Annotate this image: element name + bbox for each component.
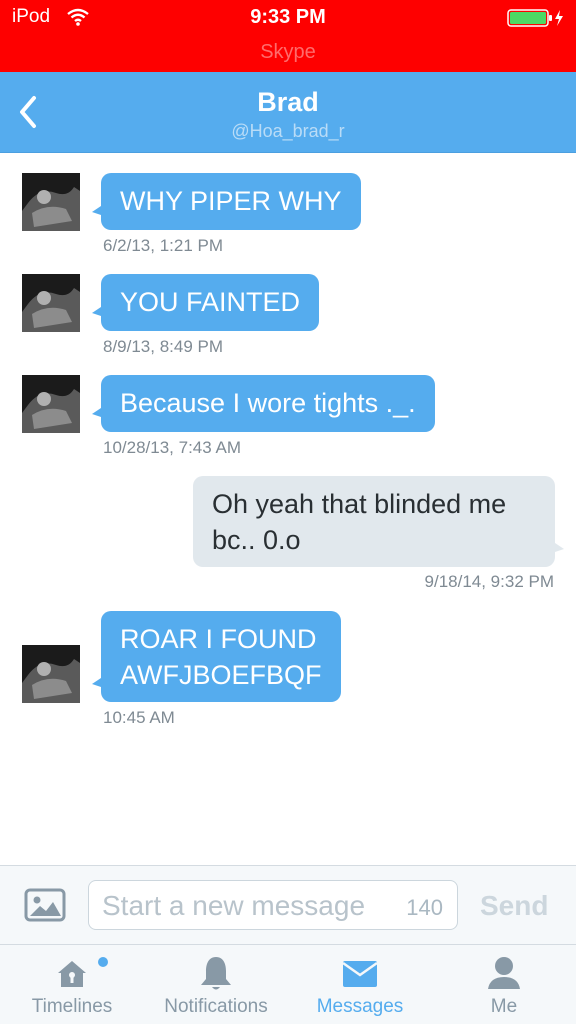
- character-count: 140: [406, 895, 443, 920]
- tab-bar: Timelines Notifications Messages Me: [0, 945, 576, 1024]
- avatar-photo-icon: [22, 375, 80, 433]
- avatar[interactable]: [22, 375, 80, 433]
- tab-label: Notifications: [164, 996, 268, 1017]
- tab-me[interactable]: Me: [444, 945, 564, 1024]
- send-button[interactable]: Send: [480, 890, 548, 922]
- envelope-icon: [342, 961, 378, 987]
- unread-dot: [98, 957, 108, 967]
- tab-timelines[interactable]: Timelines: [12, 945, 132, 1024]
- message-text-line: ROAR I FOUND: [120, 624, 317, 654]
- message-text-line: AWFJBOEFBQF: [120, 660, 322, 690]
- message-text-line: bc.. 0.o: [212, 525, 301, 555]
- bell-icon: [201, 957, 231, 990]
- incoming-message-bubble[interactable]: WHY PIPER WHY: [92, 173, 361, 230]
- tab-label: Messages: [316, 996, 404, 1017]
- incoming-message-bubble[interactable]: Because I wore tights ._.: [92, 375, 435, 432]
- home-icon: [58, 961, 86, 987]
- contact-handle: @Hoa_brad_r: [231, 121, 345, 141]
- avatar[interactable]: [22, 173, 80, 231]
- tab-notifications[interactable]: Notifications: [146, 945, 286, 1024]
- message-text-line: Oh yeah that blinded me: [212, 489, 507, 519]
- avatar[interactable]: [22, 274, 80, 332]
- avatar-photo-icon: [22, 645, 80, 703]
- person-icon: [488, 957, 520, 989]
- message-text: Because I wore tights ._.: [120, 388, 416, 418]
- avatar[interactable]: [22, 645, 80, 703]
- app-banner[interactable]: Skype: [0, 41, 576, 64]
- message-text: YOU FAINTED: [120, 287, 301, 317]
- tab-label: Me: [490, 996, 518, 1017]
- contact-name: Brad: [257, 87, 319, 117]
- message-timestamp: 8/9/13, 8:49 PM: [103, 337, 224, 356]
- avatar-photo-icon: [22, 173, 80, 231]
- status-bar: iPod 9:33 PM Skype: [0, 0, 576, 72]
- photo-icon[interactable]: [24, 888, 66, 922]
- compose-bar: Start a new message 140 Send: [0, 865, 576, 945]
- message-text: WHY PIPER WHY: [120, 186, 342, 216]
- tab-messages[interactable]: Messages: [296, 945, 424, 1024]
- message-timestamp: 10:45 AM: [103, 708, 175, 727]
- avatar-photo-icon: [22, 274, 80, 332]
- incoming-message-bubble[interactable]: YOU FAINTED: [91, 274, 320, 331]
- message-timestamp: 9/18/14, 9:32 PM: [424, 572, 554, 591]
- status-time: 9:33 PM: [250, 6, 326, 28]
- message-input-placeholder: Start a new message: [102, 890, 366, 921]
- message-list[interactable]: WHY PIPER WHY 6/2/13, 1:21 PM YOU FAINTE…: [0, 153, 576, 865]
- incoming-message-bubble[interactable]: ROAR I FOUND AWFJBOEFBQF: [92, 611, 341, 702]
- conversation-header: Brad @Hoa_brad_r: [0, 72, 576, 153]
- message-input[interactable]: Start a new message 140: [88, 880, 458, 930]
- outgoing-message-bubble[interactable]: Oh yeah that blinded me bc.. 0.o: [193, 476, 564, 567]
- battery-icon: [507, 9, 563, 27]
- message-timestamp: 6/2/13, 1:21 PM: [103, 236, 224, 255]
- tab-label: Timelines: [31, 996, 113, 1017]
- message-timestamp: 10/28/13, 7:43 AM: [103, 438, 241, 457]
